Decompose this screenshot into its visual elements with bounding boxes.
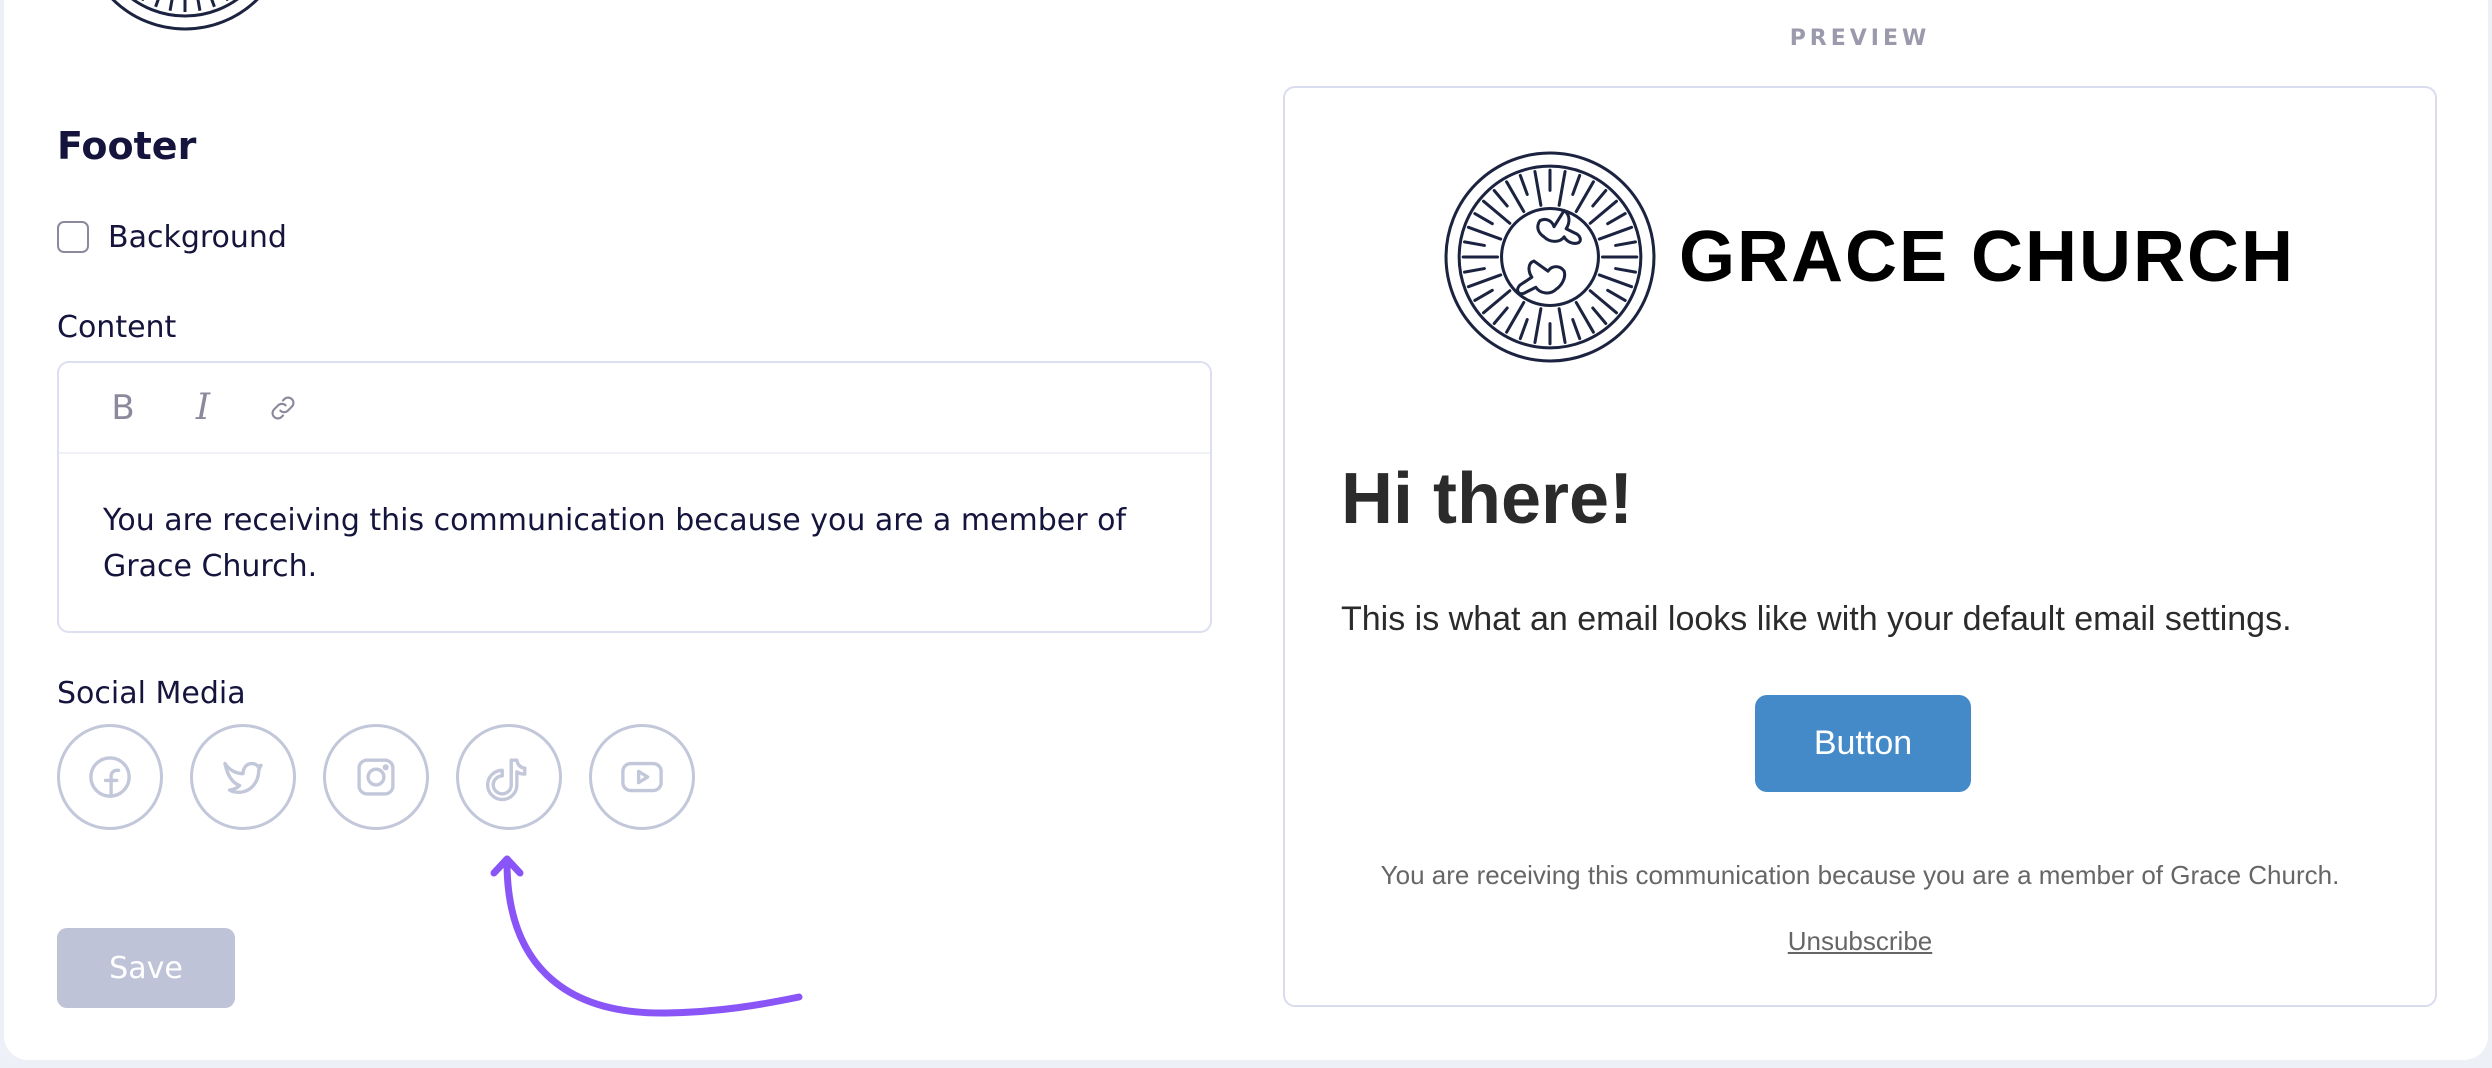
church-logo-icon (111, 0, 259, 31)
brand-name: GRACE CHURCH (1679, 217, 2295, 297)
email-footer-note: You are receiving this communication bec… (1380, 860, 2340, 890)
social-media-list (57, 724, 695, 830)
logo-ray (1533, 307, 1543, 345)
logo-ray (1473, 288, 1494, 302)
logo-ray (1606, 212, 1627, 226)
logo-ray (210, 0, 216, 8)
logo-ray (1462, 240, 1486, 247)
logo-ray (1462, 267, 1486, 274)
save-button[interactable]: Save (57, 928, 235, 1008)
twitter-icon (223, 761, 263, 794)
link-button[interactable] (267, 392, 299, 424)
logo-ray (1473, 212, 1494, 226)
logo-ray (1606, 288, 1627, 302)
email-cta-button[interactable]: Button (1755, 695, 1971, 792)
brand-header: GRACE CHURCH (1443, 150, 2295, 364)
link-icon (271, 396, 295, 419)
logo-ray (168, 0, 174, 11)
twitter-button[interactable] (190, 724, 296, 830)
content-editor[interactable]: B I You are receiving this communication… (57, 361, 1212, 633)
youtube-button[interactable] (589, 724, 695, 830)
logo-ray (1492, 306, 1509, 326)
preview-label: PREVIEW (1789, 26, 1931, 51)
email-greeting: Hi there! (1341, 459, 1634, 539)
logo-ray (1492, 188, 1509, 208)
email-preview: GRACE CHURCH Hi there! This is what an e… (1283, 86, 2437, 1007)
logo-ray (1466, 225, 1503, 241)
social-media-label: Social Media (57, 676, 246, 711)
logo-ray (1597, 273, 1634, 289)
logo-ray (1518, 173, 1529, 196)
logo-ray (1505, 300, 1526, 334)
unsubscribe-link[interactable]: Unsubscribe (1285, 926, 2435, 957)
italic-button[interactable]: I (187, 387, 219, 428)
logo-ray (1533, 169, 1543, 207)
logo-ray (1591, 306, 1608, 326)
bold-button[interactable]: B (107, 388, 139, 428)
instagram-icon (357, 758, 395, 796)
logo-ray (1518, 318, 1529, 341)
youtube-icon (621, 761, 663, 793)
logo-ray (1597, 225, 1634, 241)
logo-ray (1571, 318, 1582, 341)
tiktok-button[interactable] (456, 724, 562, 830)
background-checkbox-label: Background (108, 219, 287, 255)
content-label: Content (57, 310, 177, 345)
logo-ray (1557, 307, 1567, 345)
facebook-icon (89, 756, 131, 798)
logo-ray (1574, 300, 1595, 334)
background-checkbox[interactable] (57, 221, 89, 253)
background-checkbox-row[interactable]: Background (57, 219, 287, 255)
logo-ray (1466, 273, 1503, 289)
logo-ray (1591, 188, 1608, 208)
logo-ray (1557, 169, 1567, 207)
section-title: Footer (57, 124, 197, 168)
logo-ray (1571, 173, 1582, 196)
logo-ray (196, 0, 202, 11)
instagram-button[interactable] (323, 724, 429, 830)
tiktok-icon (485, 758, 527, 802)
editor-text[interactable]: You are receiving this communication bec… (59, 454, 1210, 590)
editor-toolbar: B I (59, 363, 1210, 454)
logo-ray (1505, 180, 1526, 214)
logo-ray (1614, 240, 1638, 247)
logo-ray (154, 0, 160, 8)
email-body: This is what an email looks like with yo… (1341, 600, 2292, 638)
logo-ray (1614, 267, 1638, 274)
church-logo-icon (1444, 151, 1656, 363)
facebook-button[interactable] (57, 724, 163, 830)
logo-ray (1574, 180, 1595, 214)
